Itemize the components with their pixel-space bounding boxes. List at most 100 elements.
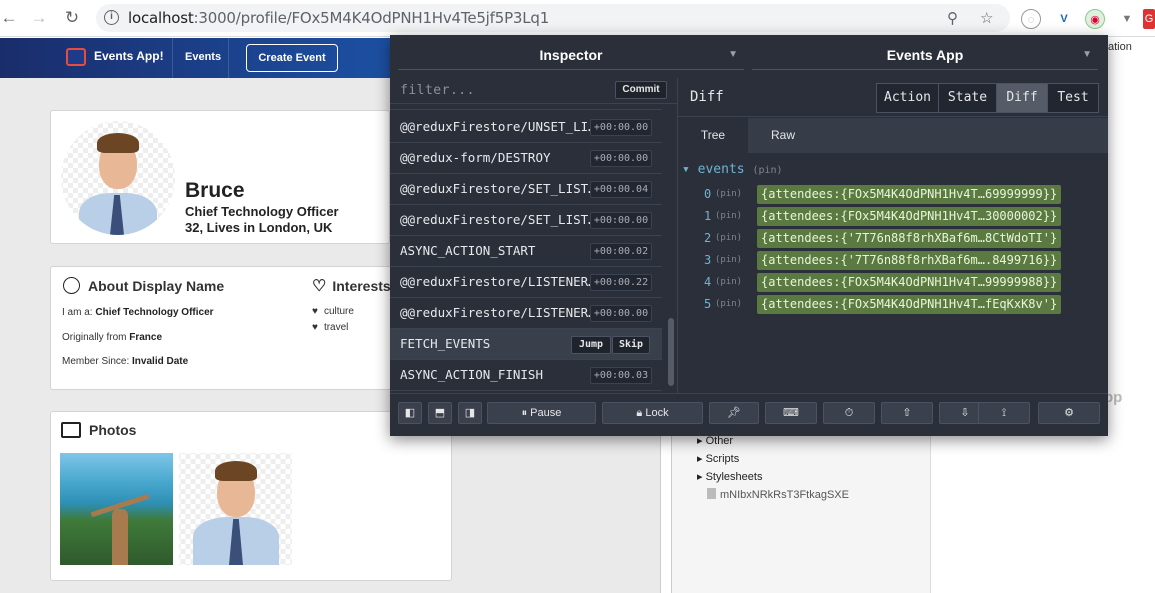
tab-diff[interactable]: Diff	[996, 83, 1048, 113]
smile-icon	[63, 277, 80, 294]
url-path: :3000/profile/FOx5M4K4OdPNH1Hv4Te5jf5P3L…	[193, 9, 550, 27]
profile-location: 32, Lives in London, UK	[185, 220, 333, 235]
redux-topbar: Inspector ▼ Events App ▼	[390, 35, 1108, 72]
redux-bottom-toolbar: ◧ ⬒ ◨ ⏸ Pause 🔒︎ Lock 📌︎ ⌨ ⏱ ⇧ ⇩ ⟟ ⚙	[390, 393, 1108, 436]
subtab-raw[interactable]: Raw	[748, 118, 818, 153]
extension-red-icon[interactable]: G	[1143, 9, 1155, 29]
jump-button[interactable]: Jump	[571, 336, 611, 354]
back-icon[interactable]: ←	[0, 9, 18, 27]
tab-state[interactable]: State	[938, 83, 997, 113]
photos-card: Photos	[50, 411, 452, 581]
layout-left-icon[interactable]: ◧	[398, 402, 422, 424]
avatar	[61, 121, 175, 235]
vue-devtools-icon[interactable]: V	[1054, 9, 1074, 29]
redux-devtools-panel: Inspector ▼ Events App ▼ filter... Commit …	[390, 35, 1108, 436]
redux-devtools-icon[interactable]: ◉	[1085, 9, 1105, 29]
photo-portrait[interactable]	[179, 453, 292, 565]
inspector-header: Diff Action State Diff Test	[678, 78, 1108, 117]
about-origin: Originally from France	[62, 332, 163, 343]
action-item[interactable]: @@reduxFirestore/LISTENER… +00:00.22	[390, 267, 662, 298]
extension-icon[interactable]: ◌	[1021, 9, 1041, 29]
bookmark-star-icon[interactable]: ☆	[980, 9, 993, 27]
about-header: About Display Name	[63, 277, 224, 294]
layout-bottom-icon[interactable]: ⬒	[428, 402, 452, 424]
photo-beach[interactable]	[60, 453, 173, 565]
heart-icon: ♥	[312, 306, 318, 317]
instance-select[interactable]: Events App ▼	[752, 44, 1098, 70]
tree-entry[interactable]: 4 (pin) {attendees:{FOx5M4K4OdPNH1Hv4T…999…	[678, 273, 1108, 292]
url-host: localhost	[128, 9, 194, 27]
action-item[interactable]: ASYNC_ACTION_START +00:00.02	[390, 236, 662, 267]
action-list-scrollbar[interactable]	[668, 318, 674, 386]
photos-title: Photos	[89, 422, 137, 438]
profile-role: Chief Technology Officer	[185, 204, 339, 219]
tree-entry[interactable]: 2 (pin) {attendees:{'7T76n88f8rhXBaf6m…8Ct…	[678, 229, 1108, 248]
action-filter[interactable]: filter... Commit	[390, 78, 678, 104]
interests-title: Interests	[332, 278, 391, 294]
upload-icon[interactable]: ⇧	[881, 402, 933, 424]
action-item[interactable]: @@reduxFirestore/SET_LIST… +00:00.00	[390, 205, 662, 236]
action-item[interactable]	[390, 104, 662, 110]
tree-scripts[interactable]: ▸ Scripts	[697, 452, 739, 465]
zoom-icon[interactable]: ⚲	[947, 9, 958, 27]
brand-label: Events App!	[94, 49, 164, 64]
action-item[interactable]: @@reduxFirestore/LISTENER… +00:00.00	[390, 298, 662, 329]
tree-file[interactable]: mNIbxNRkRsT3FtkagSXE	[707, 488, 849, 501]
action-item[interactable]: @@redux-form/DESTROY +00:00.00	[390, 143, 662, 174]
profile-card: Bruce Chief Technology Officer 32, Lives…	[50, 110, 390, 244]
action-item[interactable]: @@reduxFirestore/SET_LIST… +00:00.04	[390, 174, 662, 205]
tree-entry[interactable]: 3 (pin) {attendees:{'7T76n88f8rhXBaf6m….84…	[678, 251, 1108, 270]
monitor-select[interactable]: Inspector ▼	[398, 44, 744, 70]
about-title: About Display Name	[88, 278, 225, 294]
action-item[interactable]: ASYNC_ACTION_FINISH +00:00.03	[390, 360, 662, 391]
tree-entry[interactable]: 0 (pin) {attendees:{FOx5M4K4OdPNH1Hv4T…699…	[678, 185, 1108, 204]
filter-input[interactable]: filter...	[400, 83, 475, 98]
heart-icon: ♥	[312, 322, 318, 333]
tab-fragment: ation	[1108, 41, 1132, 53]
settings-gear-icon[interactable]: ⚙	[1038, 402, 1100, 424]
subtab-bar: Tree Raw	[678, 118, 1108, 153]
photos-header: Photos	[61, 422, 136, 438]
inspector-panel: Diff Action State Diff Test Tree Raw ▾ e…	[678, 78, 1108, 393]
action-item[interactable]: @@reduxFirestore/UNSET_LI… +00:00.00	[390, 112, 662, 143]
timer-icon[interactable]: ⏱	[823, 402, 875, 424]
calendar-icon	[66, 48, 86, 66]
interest-item: ♥ travel	[312, 322, 349, 333]
layout-right-icon[interactable]: ◨	[458, 402, 482, 424]
forward-icon[interactable]: →	[30, 9, 48, 27]
brand-link[interactable]: Events App!	[66, 48, 164, 66]
subtab-tree[interactable]: Tree	[678, 118, 748, 153]
action-item-selected[interactable]: FETCH_EVENTS Jump Skip	[390, 329, 662, 360]
tree-entry[interactable]: 1 (pin) {attendees:{FOx5M4K4OdPNH1Hv4T…300…	[678, 207, 1108, 226]
dropdown-arrow-icon: ▼	[728, 49, 738, 60]
extension-arrow-icon[interactable]: ▼	[1117, 9, 1137, 29]
tree-entry[interactable]: 5 (pin) {attendees:{FOx5M4K4OdPNH1Hv4T…fEq…	[678, 295, 1108, 314]
inspector-title: Diff	[690, 89, 724, 105]
keyboard-icon[interactable]: ⌨	[765, 402, 817, 424]
skip-button[interactable]: Skip	[612, 336, 650, 354]
tab-test[interactable]: Test	[1047, 83, 1099, 113]
pin-icon[interactable]: 📌︎	[709, 402, 759, 424]
tree-root-events[interactable]: ▾ events (pin)	[682, 162, 783, 177]
action-list-panel: filter... Commit @@reduxFirestore/UNSET_…	[390, 78, 678, 393]
interests-header: ♡ Interests	[312, 276, 391, 296]
tab-action[interactable]: Action	[876, 83, 939, 113]
remote-icon[interactable]: ⟟	[978, 402, 1030, 424]
nav-divider	[172, 38, 173, 78]
lock-icon: 🔒︎	[636, 407, 646, 419]
image-icon	[61, 422, 81, 438]
commit-button[interactable]: Commit	[615, 81, 667, 99]
info-icon[interactable]: i	[104, 10, 119, 25]
profile-name: Bruce	[185, 179, 245, 202]
reload-icon[interactable]: ↻	[63, 9, 81, 27]
nav-events-link[interactable]: Events	[185, 51, 221, 63]
interests-card: ♡ Interests ♥ culture ♥ travel	[300, 266, 391, 390]
lock-button[interactable]: 🔒︎ Lock	[602, 402, 703, 424]
pause-button[interactable]: ⏸ Pause	[487, 402, 596, 424]
address-bar[interactable]: i localhost:3000/profile/FOx5M4K4OdPNH1H…	[96, 4, 1010, 32]
create-event-button[interactable]: Create Event	[246, 44, 338, 72]
tree-stylesheets[interactable]: ▸ Stylesheets	[697, 470, 762, 483]
about-iam: I am a: Chief Technology Officer	[62, 307, 214, 318]
heart-outline-icon: ♡	[312, 278, 327, 295]
nav-divider	[228, 38, 229, 78]
